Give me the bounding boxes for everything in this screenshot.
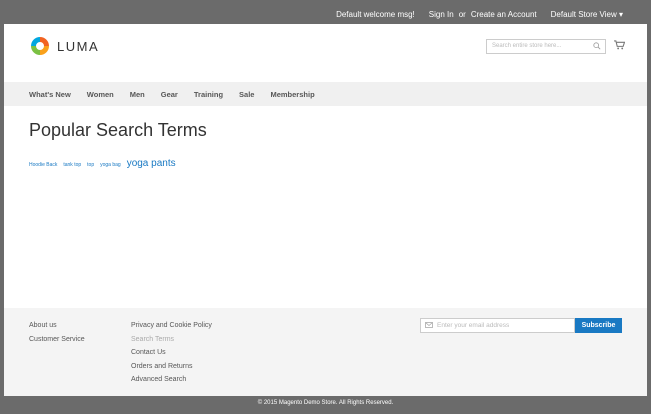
search-icon[interactable]	[593, 42, 601, 50]
footer-link-about-us[interactable]: About us	[29, 319, 85, 333]
logo[interactable]: LUMA	[30, 36, 99, 56]
search-input[interactable]: Search entire store here...	[486, 39, 606, 54]
nav-item-training[interactable]: Training	[194, 90, 223, 99]
footer-links-col2: Privacy and Cookie Policy Search Terms C…	[131, 319, 212, 387]
search-term-link[interactable]: top	[87, 162, 94, 168]
nav-item-gear[interactable]: Gear	[161, 90, 178, 99]
chevron-down-icon: ▾	[618, 9, 623, 19]
luma-logo-icon	[31, 37, 49, 55]
footer-link-contact-us[interactable]: Contact Us	[131, 346, 212, 360]
main-nav: What's New Women Men Gear Training Sale …	[4, 82, 647, 106]
subscribe-button[interactable]: Subscribe	[575, 318, 622, 333]
copyright-bar: © 2015 Magento Demo Store. All Rights Re…	[4, 396, 647, 410]
footer-link-orders-returns[interactable]: Orders and Returns	[131, 360, 212, 374]
nav-item-sale[interactable]: Sale	[239, 90, 254, 99]
newsletter-email-field[interactable]: Enter your email address	[420, 318, 575, 333]
create-account-link[interactable]: Create an Account	[471, 10, 537, 19]
top-bar: Default welcome msg! Sign In or Create a…	[4, 4, 647, 24]
envelope-icon	[425, 322, 433, 328]
nav-item-membership[interactable]: Membership	[270, 90, 314, 99]
page-title: Popular Search Terms	[29, 120, 207, 140]
store-view-switcher[interactable]: Default Store View ▾	[551, 10, 623, 19]
search-term-link[interactable]: Hoodie Back	[29, 162, 57, 168]
search-placeholder: Search entire store here...	[492, 43, 562, 49]
search-term-link[interactable]: tank top	[63, 162, 81, 168]
nav-item-men[interactable]: Men	[130, 90, 145, 99]
nav-item-whats-new[interactable]: What's New	[29, 90, 71, 99]
footer-links-col1: About us Customer Service	[29, 319, 85, 346]
footer-link-privacy[interactable]: Privacy and Cookie Policy	[131, 319, 212, 333]
or-text: or	[458, 9, 466, 19]
footer-link-search-terms: Search Terms	[131, 335, 175, 343]
search-term-link[interactable]: yoga bag	[100, 162, 121, 168]
search-term-link[interactable]: yoga pants	[127, 158, 176, 169]
newsletter-placeholder: Enter your email address	[437, 322, 510, 329]
store-view-label: Default Store View	[550, 9, 617, 19]
nav-item-women[interactable]: Women	[87, 90, 114, 99]
search-terms-cloud: Hoodie Back tank top top yoga bag yoga p…	[29, 158, 176, 169]
cart-icon[interactable]	[614, 40, 625, 50]
welcome-message: Default welcome msg!	[336, 9, 415, 19]
sign-in-link[interactable]: Sign In	[429, 10, 454, 19]
header: LUMA Search entire store here...	[4, 24, 647, 82]
footer-link-advanced-search[interactable]: Advanced Search	[131, 373, 212, 387]
logo-text: LUMA	[57, 38, 100, 54]
footer-link-customer-service[interactable]: Customer Service	[29, 333, 85, 347]
newsletter-form: Enter your email address Subscribe	[420, 318, 622, 333]
footer: About us Customer Service Privacy and Co…	[4, 308, 647, 396]
